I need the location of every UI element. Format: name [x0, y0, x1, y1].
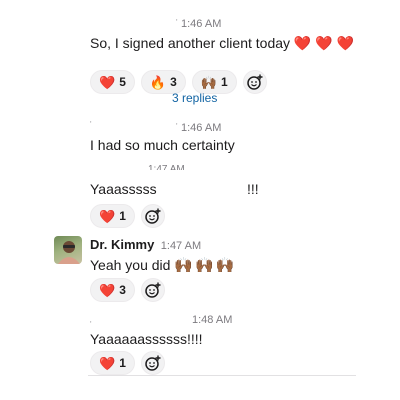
- message-header: Dr. Kimmy 1:47 AM: [90, 236, 201, 254]
- add-reaction-icon: [145, 208, 161, 224]
- add-reaction-icon: [145, 282, 161, 298]
- add-reaction-button[interactable]: [140, 278, 165, 302]
- message-body: Yeah you did: [90, 257, 171, 273]
- reaction-bar: ❤️ 3: [90, 278, 165, 302]
- author-name[interactable]: Dr. Kimmy: [90, 237, 154, 252]
- reaction-count: 3: [170, 75, 177, 89]
- tick-mark: ': [176, 18, 178, 27]
- tick-mark: ': [90, 120, 92, 129]
- message-timestamp[interactable]: 1:47 AM: [161, 240, 201, 252]
- heart-icon: ❤️: [99, 208, 116, 224]
- message-timestamp[interactable]: 1:46 AM: [181, 122, 221, 134]
- message-text: Yaaaaaassssss!!!!: [90, 331, 203, 347]
- reaction-count: 1: [119, 209, 126, 223]
- reaction-heart[interactable]: ❤️ 1: [90, 204, 135, 228]
- message-body: So, I signed another client today: [90, 35, 291, 51]
- reaction-count: 3: [119, 283, 126, 297]
- message-timestamp[interactable]: 1:46 AM: [181, 18, 221, 30]
- heart-emoji-text: ❤️ ❤️ ❤️: [293, 35, 354, 51]
- reaction-heart[interactable]: ❤️ 3: [90, 278, 135, 302]
- heart-icon: ❤️: [99, 74, 116, 90]
- message-text: So, I signed another client today ❤️ ❤️ …: [90, 35, 354, 52]
- message-text: I had so much certainty: [90, 137, 235, 153]
- raised-hands-icon: 🙌🏾: [200, 74, 217, 90]
- add-reaction-button[interactable]: [140, 351, 165, 375]
- message-timestamp[interactable]: 1:47 AM: [148, 164, 185, 170]
- message: ' 1:46 AM So, I signed another client to…: [90, 14, 380, 124]
- avatar-image: [58, 241, 80, 264]
- reaction-count: 1: [220, 75, 228, 89]
- add-reaction-button[interactable]: [140, 204, 165, 228]
- tick-mark: ': [176, 122, 178, 131]
- message: Dr. Kimmy 1:47 AM Yeah you did 🙌🏾🙌🏾🙌🏾 ❤️…: [90, 236, 380, 306]
- add-reaction-icon: [145, 355, 161, 371]
- message-body: Yaaasssss: [90, 181, 157, 197]
- message: ' 1:48 AM Yaaaaaassssss!!!! ❤️ 1: [90, 312, 380, 378]
- avatar[interactable]: [54, 236, 82, 264]
- reaction-heart[interactable]: ❤️ 1: [90, 351, 135, 375]
- reaction-bar: ❤️ 1: [90, 351, 165, 375]
- reaction-count: 1: [119, 356, 126, 370]
- message: 1:47 AM Yaaasssss !!! ❤️ 1: [90, 164, 380, 228]
- message-text: Yaaasssss !!!: [90, 181, 270, 197]
- message-timestamp[interactable]: 1:48 AM: [192, 314, 232, 326]
- heart-icon: ❤️: [99, 282, 116, 298]
- reaction-heart[interactable]: ❤️ 5: [90, 70, 135, 94]
- add-reaction-icon: [246, 74, 263, 90]
- fire-icon: 🔥: [149, 74, 167, 90]
- message-text-tail: !!!: [247, 181, 259, 197]
- add-reaction-button[interactable]: [242, 70, 267, 94]
- bottom-divider: [88, 375, 356, 376]
- tick-mark: ': [90, 320, 92, 329]
- message: ' ' 1:46 AM I had so much certainty: [90, 118, 380, 158]
- reaction-count: 5: [119, 75, 126, 89]
- reaction-bar: ❤️ 1: [90, 204, 165, 228]
- thread-replies-link[interactable]: 3 replies: [172, 91, 217, 105]
- heart-icon: ❤️: [99, 355, 116, 371]
- message-text: Yeah you did 🙌🏾🙌🏾🙌🏾: [90, 256, 236, 274]
- raised-hands-emoji-text: 🙌🏾🙌🏾🙌🏾: [174, 257, 237, 274]
